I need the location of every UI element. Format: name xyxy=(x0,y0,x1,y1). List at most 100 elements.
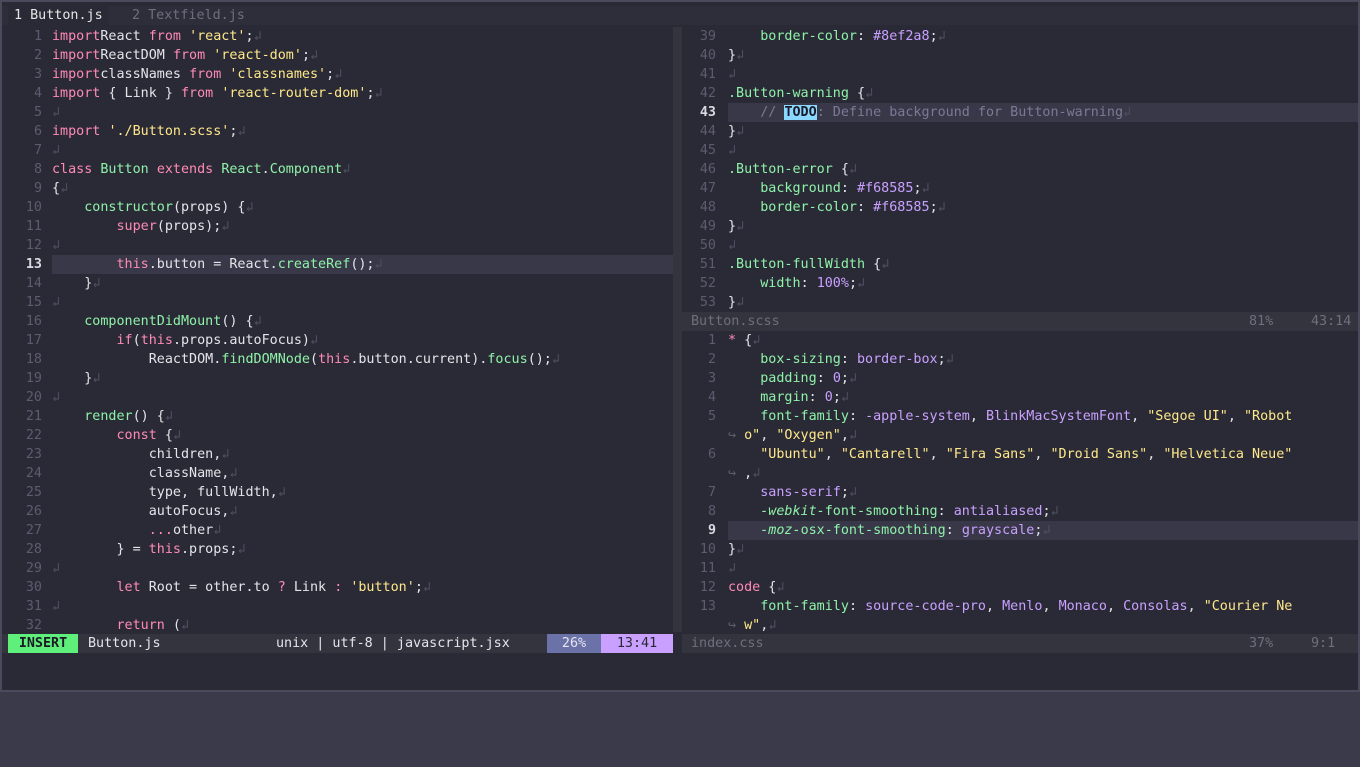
code-line[interactable]: 14 }↲ xyxy=(2,274,673,293)
code-line[interactable]: 39 border-color: #8ef2a8;↲ xyxy=(682,27,1358,46)
code-token: (); xyxy=(527,352,552,367)
code-line[interactable]: 13 this.button = React.createRef();↲ xyxy=(2,255,673,274)
code-token: import xyxy=(52,86,101,101)
eol-marker-icon: ↲ xyxy=(881,257,890,272)
code-line[interactable]: 4 import { Link } from 'react-router-dom'… xyxy=(2,84,673,103)
code-line[interactable]: 15 ↲ xyxy=(2,293,673,312)
line-number: 6 xyxy=(707,447,716,462)
code-line[interactable]: 7 sans-serif;↲ xyxy=(682,483,1358,502)
code-line[interactable]: 29 ↲ xyxy=(2,559,673,578)
code-text: if(this.props.autoFocus)↲ xyxy=(52,331,319,350)
eol-marker-icon: ↲ xyxy=(752,333,761,348)
code-token: './Button.scss' xyxy=(108,124,230,139)
code-line[interactable]: 8 -webkit-font-smoothing: antialiased;↲ xyxy=(682,502,1358,521)
command-line[interactable] xyxy=(2,654,1358,690)
code-line[interactable]: 20 ↲ xyxy=(2,388,673,407)
code-token: } xyxy=(728,295,737,310)
eol-marker-icon: ↲ xyxy=(92,371,101,386)
code-token: } xyxy=(728,124,737,139)
code-line[interactable]: 18 ReactDOM.findDOMNode(this.button.curr… xyxy=(2,350,673,369)
code-token: #f68585 xyxy=(873,200,930,215)
tab-textfield-js[interactable]: 2 Textfield.js xyxy=(126,6,251,25)
code-line[interactable]: 40}↲ xyxy=(682,46,1358,65)
code-line[interactable]: 47 background: #f68585;↲ xyxy=(682,179,1358,198)
code-line[interactable]: 19 }↲ xyxy=(2,369,673,388)
code-line[interactable]: 3 importclassNames from 'classnames';↲ xyxy=(2,65,673,84)
code-line[interactable]: 46 .Button-error {↲ xyxy=(682,160,1358,179)
code-line[interactable]: 12 ↲ xyxy=(2,236,673,255)
line-number: 3 xyxy=(33,67,42,82)
code-line[interactable]: 8 class Button extends React.Component↲ xyxy=(2,160,673,179)
code-line[interactable]: 10}↲ xyxy=(682,540,1358,559)
code-line[interactable]: 26 autoFocus,↲ xyxy=(2,502,673,521)
editor-pane-button-scss[interactable]: 39 border-color: #8ef2a8;↲ 40}↲ 41 ↲ 42 .Butt… xyxy=(682,27,1358,312)
tab-button-js[interactable]: 1 Button.js xyxy=(8,6,109,25)
code-line[interactable]: 24 className,↲ xyxy=(2,464,673,483)
code-line[interactable]: 44}↲ xyxy=(682,122,1358,141)
code-line[interactable]: 6 "Ubuntu", "Cantarell", "Fira Sans", "D… xyxy=(682,445,1358,464)
code-line[interactable]: 2 importReactDOM from 'react-dom';↲ xyxy=(2,46,673,65)
code-line[interactable]: 1 * {↲ xyxy=(682,331,1358,350)
code-token: : xyxy=(800,276,817,291)
code-line[interactable]: ↪ w",↲ xyxy=(682,616,1358,632)
status-cursor-position: 43:14 xyxy=(1311,314,1352,329)
code-line[interactable]: 22 const {↲ xyxy=(2,426,673,445)
code-line[interactable]: 5 font-family: -apple-system, BlinkMacSy… xyxy=(682,407,1358,426)
code-line[interactable]: 16 componentDidMount() {↲ xyxy=(2,312,673,331)
code-line[interactable]: 43 // TODO: Define background for Button… xyxy=(682,103,1358,122)
code-text: ↲ xyxy=(52,293,60,312)
code-token: border-box xyxy=(857,352,938,367)
code-line[interactable]: 5 ↲ xyxy=(2,103,673,122)
code-line[interactable]: 9 -moz-osx-font-smoothing: grayscale;↲ xyxy=(682,521,1358,540)
code-line[interactable]: 10 constructor(props) {↲ xyxy=(2,198,673,217)
code-text: constructor(props) {↲ xyxy=(52,198,253,217)
code-line[interactable]: 52 width: 100%;↲ xyxy=(682,274,1358,293)
code-line[interactable]: 41 ↲ xyxy=(682,65,1358,84)
code-line[interactable]: 4 margin: 0;↲ xyxy=(682,388,1358,407)
code-line[interactable]: 31 ↲ xyxy=(2,597,673,616)
code-line[interactable]: 42 .Button-warning {↲ xyxy=(682,84,1358,103)
eol-marker-icon: ↲ xyxy=(221,219,230,234)
code-token: import xyxy=(52,29,101,44)
code-line[interactable]: 48 border-color: #f68585;↲ xyxy=(682,198,1358,217)
code-line[interactable]: 25 type, fullWidth,↲ xyxy=(2,483,673,502)
code-line[interactable]: 11 super(props);↲ xyxy=(2,217,673,236)
code-line[interactable]: 11 ↲ xyxy=(682,559,1358,578)
code-line[interactable]: 30 let Root = other.to ? Link : 'button'… xyxy=(2,578,673,597)
code-line[interactable]: ↪ o", "Oxygen",↲ xyxy=(682,426,1358,445)
line-number: 9 xyxy=(33,181,42,196)
code-line[interactable]: 50 ↲ xyxy=(682,236,1358,255)
code-line[interactable]: 13 font-family: source-code-pro, Menlo, … xyxy=(682,597,1358,616)
code-line[interactable]: 45 ↲ xyxy=(682,141,1358,160)
eol-marker-icon: ↲ xyxy=(164,409,173,424)
code-line[interactable]: ↪ ,↲ xyxy=(682,464,1358,483)
code-line[interactable]: 49}↲ xyxy=(682,217,1358,236)
editor-pane-button-js[interactable]: 1 importReact from 'react';↲ 2 importReactD… xyxy=(2,27,673,632)
code-line[interactable]: 32 return (↲ xyxy=(2,616,673,632)
code-text: .Button-fullWidth {↲ xyxy=(728,255,889,274)
code-line[interactable]: 17 if(this.props.autoFocus)↲ xyxy=(2,331,673,350)
eol-marker-icon: ↲ xyxy=(237,124,246,139)
code-line[interactable]: 27 ...other↲ xyxy=(2,521,673,540)
line-number: 53 xyxy=(699,295,716,310)
editor-pane-index-css[interactable]: 1 * {↲ 2 box-sizing: border-box;↲ 3 padding… xyxy=(682,331,1358,632)
line-number: 44 xyxy=(699,124,716,139)
code-token: #f68585 xyxy=(857,181,914,196)
code-line[interactable]: 28 } = this.props;↲ xyxy=(2,540,673,559)
code-line[interactable]: 9 {↲ xyxy=(2,179,673,198)
code-line[interactable]: 2 box-sizing: border-box;↲ xyxy=(682,350,1358,369)
code-line[interactable]: 12 code {↲ xyxy=(682,578,1358,597)
eol-marker-icon: ↲ xyxy=(334,67,343,82)
code-line[interactable]: 6 import './Button.scss';↲ xyxy=(2,122,673,141)
code-line[interactable]: 21 render() {↲ xyxy=(2,407,673,426)
code-token: Consolas xyxy=(1123,599,1188,614)
code-line[interactable]: 1 importReact from 'react';↲ xyxy=(2,27,673,46)
code-token: ( xyxy=(164,618,181,632)
code-token: 100% xyxy=(816,276,849,291)
code-line[interactable]: 3 padding: 0;↲ xyxy=(682,369,1358,388)
code-line[interactable]: 23 children,↲ xyxy=(2,445,673,464)
code-line[interactable]: 7 ↲ xyxy=(2,141,673,160)
code-line[interactable]: 53}↲ xyxy=(682,293,1358,312)
code-line[interactable]: 51 .Button-fullWidth {↲ xyxy=(682,255,1358,274)
vertical-split-divider[interactable] xyxy=(673,27,682,632)
